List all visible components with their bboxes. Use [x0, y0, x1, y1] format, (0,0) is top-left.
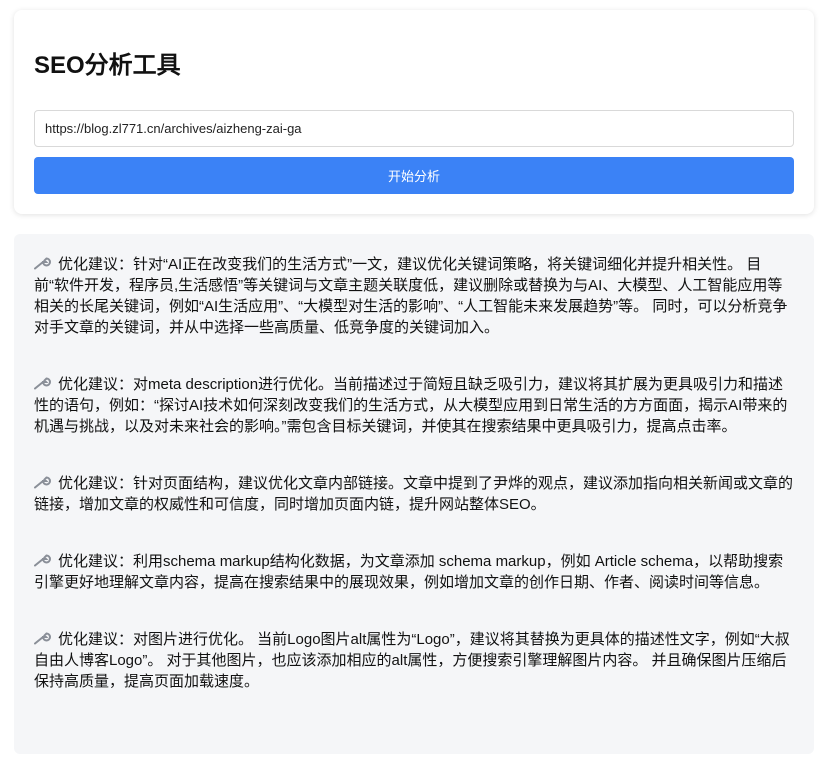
suggestion-item: 优化建议：利用schema markup结构化数据，为文章添加 schema m… [34, 551, 794, 593]
suggestion-item: 优化建议：对图片进行优化。 当前Logo图片alt属性为“Logo”，建议将其替… [34, 629, 794, 692]
wrench-icon [34, 377, 51, 390]
results-panel: 优化建议：针对“AI正在改变我们的生活方式”一文，建议优化关键词策略，将关键词细… [14, 234, 814, 754]
wrench-icon [34, 257, 51, 270]
suggestion-item: 优化建议：针对页面结构，建议优化文章内部链接。文章中提到了尹烨的观点，建议添加指… [34, 473, 794, 515]
suggestion-text: 优化建议：针对“AI正在改变我们的生活方式”一文，建议优化关键词策略，将关键词细… [34, 256, 788, 336]
suggestion-text: 优化建议：对meta description进行优化。当前描述过于简短且缺乏吸引… [34, 376, 788, 435]
wrench-icon [34, 632, 51, 645]
suggestion-item: 优化建议：针对“AI正在改变我们的生活方式”一文，建议优化关键词策略，将关键词细… [34, 254, 794, 338]
wrench-icon [34, 476, 51, 489]
wrench-icon [34, 554, 51, 567]
suggestion-text: 优化建议：利用schema markup结构化数据，为文章添加 schema m… [34, 553, 784, 591]
url-input[interactable] [34, 110, 794, 147]
start-analysis-button[interactable]: 开始分析 [34, 157, 794, 194]
suggestion-text: 优化建议：对图片进行优化。 当前Logo图片alt属性为“Logo”，建议将其替… [34, 631, 790, 690]
suggestion-text: 优化建议：针对页面结构，建议优化文章内部链接。文章中提到了尹烨的观点，建议添加指… [34, 475, 794, 513]
analyzer-card: SEO分析工具 开始分析 [14, 10, 814, 214]
suggestion-item: 优化建议：对meta description进行优化。当前描述过于简短且缺乏吸引… [34, 374, 794, 437]
page-title: SEO分析工具 [34, 52, 181, 79]
